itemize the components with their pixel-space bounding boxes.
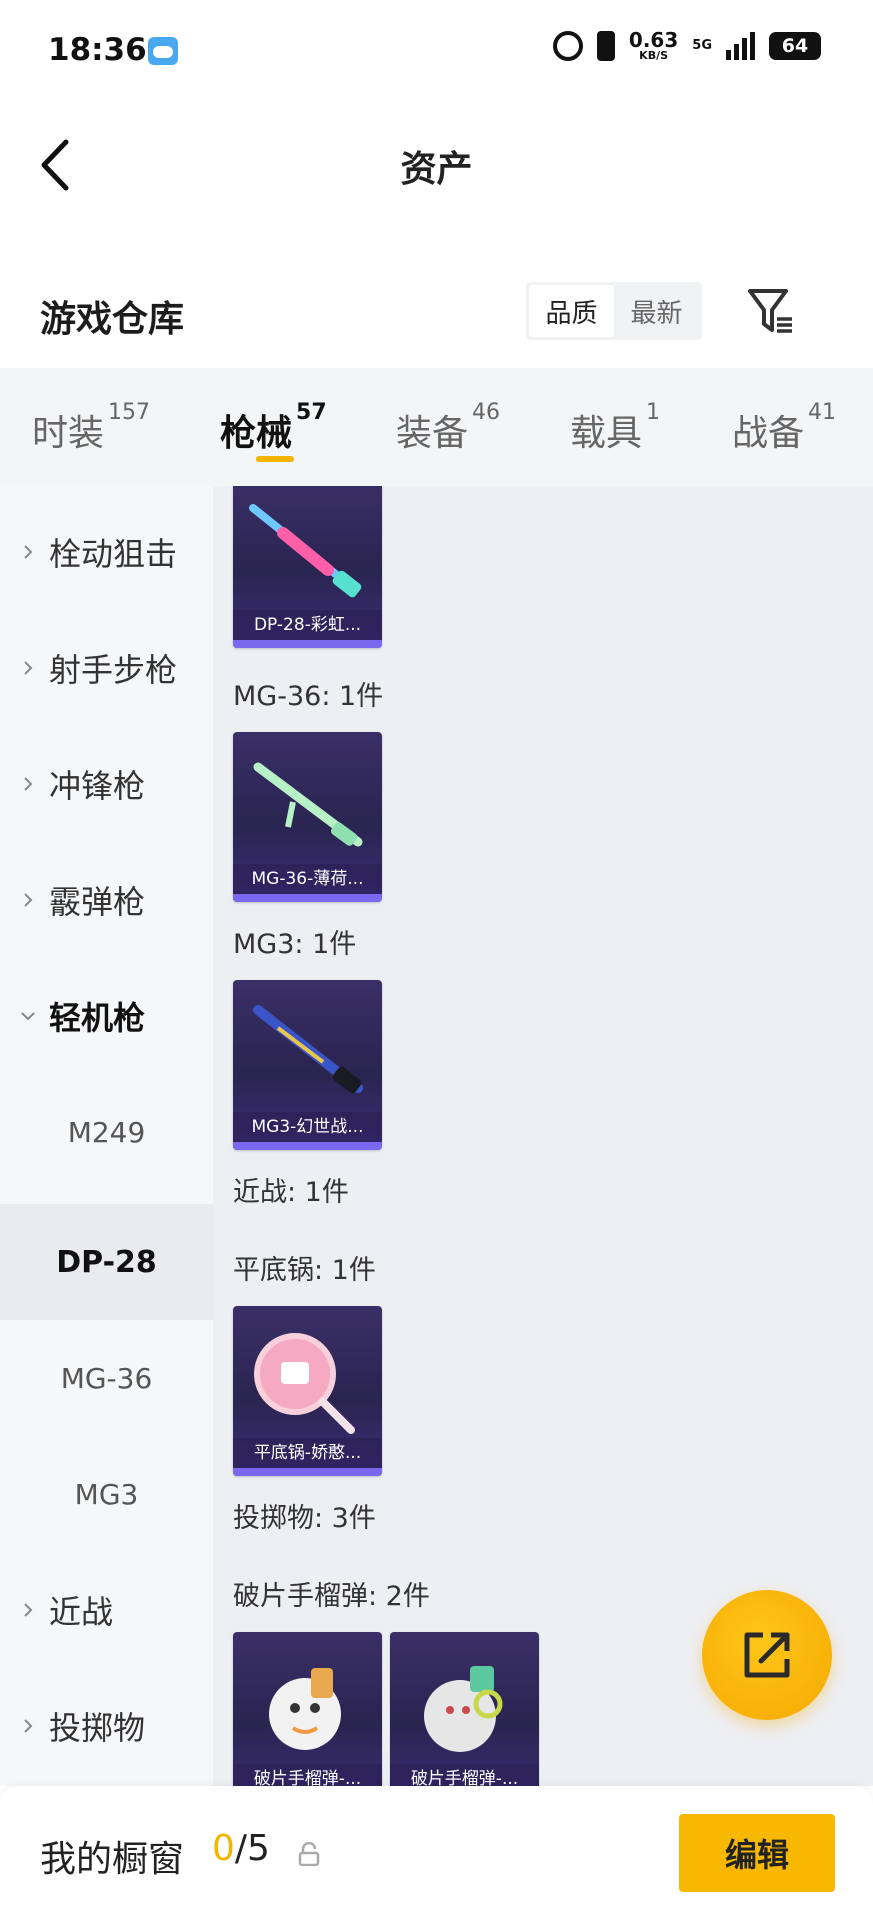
- rarity-bar: [233, 894, 382, 902]
- section-label-frag: 破片手榴弹: 2件: [233, 1581, 430, 1612]
- sidebar-sub-m249[interactable]: M249: [0, 1074, 213, 1190]
- item-card-mg3[interactable]: MG3-幻世战...: [233, 980, 382, 1150]
- vibrate-icon: [596, 30, 615, 61]
- sidebar-sub-dp28[interactable]: DP-28: [0, 1204, 213, 1320]
- sidebar-sub-mg36[interactable]: MG-36: [0, 1320, 213, 1436]
- header: 资产: [0, 104, 873, 224]
- grenade-image: [424, 1666, 503, 1752]
- section-label-throwables: 投掷物: 3件: [233, 1503, 376, 1534]
- grenade-image: [269, 1668, 341, 1750]
- chevron-right-icon: [24, 893, 33, 907]
- item-caption: MG-36-薄荷...: [233, 864, 382, 894]
- sort-latest[interactable]: 最新: [614, 285, 699, 337]
- page-title: 资产: [400, 149, 473, 190]
- network-type: 5G: [692, 38, 712, 53]
- sidebar-item-shotgun[interactable]: 霰弹枪: [0, 842, 213, 958]
- sidebar: 栓动狙击 射手步枪 冲锋枪 霰弹枪 轻机枪 M249 DP-28 MG-36 M…: [0, 486, 213, 1786]
- lock-icon: [298, 1842, 320, 1866]
- edit-button[interactable]: 编辑: [679, 1814, 835, 1892]
- chevron-right-icon: [24, 661, 33, 675]
- warehouse-row: 游戏仓库 品质 最新: [0, 270, 873, 360]
- filter-icon[interactable]: [746, 286, 796, 336]
- showcase-label: 我的橱窗: [40, 1839, 185, 1880]
- section-label-melee: 近战: 1件: [233, 1177, 349, 1208]
- active-tab-indicator: [256, 456, 294, 462]
- chevron-right-icon: [24, 1603, 33, 1617]
- status-bar: 18:36 0.63 KB/S 5G 64: [0, 0, 873, 104]
- showcase-count: 0/5: [212, 1828, 270, 1869]
- tab-supplies[interactable]: 战备41: [732, 400, 836, 456]
- sort-toggle: 品质 最新: [526, 282, 702, 340]
- bottom-bar: 我的橱窗 0/5 编辑: [0, 1786, 873, 1920]
- rarity-bar: [233, 1468, 382, 1476]
- network-speed: 0.63 KB/S: [628, 28, 679, 62]
- status-time: 18:36: [48, 32, 147, 68]
- item-card-frag-1[interactable]: 破片手榴弹-...: [233, 1632, 382, 1786]
- item-caption: MG3-幻世战...: [233, 1112, 382, 1142]
- rarity-bar: [233, 640, 382, 648]
- tab-vehicles[interactable]: 载具1: [570, 400, 660, 456]
- item-caption: DP-28-彩虹...: [233, 610, 382, 640]
- category-tabs: 时装157 枪械57 装备46 载具1 战备41: [0, 368, 873, 486]
- weather-icon: [148, 37, 178, 65]
- status-icons: 0.63 KB/S 5G 64: [552, 28, 821, 62]
- item-card-frag-2[interactable]: 破片手榴弹-...: [390, 1632, 539, 1786]
- tab-fashion[interactable]: 时装157: [32, 400, 150, 456]
- sort-quality[interactable]: 品质: [529, 285, 614, 337]
- chevron-right-icon: [24, 777, 33, 791]
- section-label-mg36: MG-36: 1件: [233, 681, 384, 712]
- section-label-mg3: MG3: 1件: [233, 929, 357, 960]
- rarity-bar: [233, 1142, 382, 1150]
- sidebar-sub-mg3[interactable]: MG3: [0, 1436, 213, 1552]
- chevron-down-icon: [21, 1012, 35, 1021]
- sidebar-item-lmg[interactable]: 轻机枪: [0, 958, 213, 1074]
- item-caption: 破片手榴弹-...: [233, 1764, 382, 1786]
- sidebar-item-bolt-sniper[interactable]: 栓动狙击: [0, 494, 213, 610]
- item-card-pan[interactable]: 平底锅-娇憨...: [233, 1306, 382, 1476]
- sidebar-item-smg[interactable]: 冲锋枪: [0, 726, 213, 842]
- warehouse-title: 游戏仓库: [40, 299, 185, 340]
- item-card-mg36[interactable]: MG-36-薄荷...: [233, 732, 382, 902]
- item-caption: 破片手榴弹-...: [390, 1764, 539, 1786]
- item-caption: 平底锅-娇憨...: [233, 1438, 382, 1468]
- tab-firearms[interactable]: 枪械57: [220, 400, 327, 456]
- alarm-icon: [552, 30, 583, 61]
- chevron-right-icon: [24, 1719, 33, 1733]
- tab-equipment[interactable]: 装备46: [396, 400, 500, 456]
- sidebar-item-marksman-rifle[interactable]: 射手步枪: [0, 610, 213, 726]
- item-card-dp28[interactable]: DP-28-彩虹...: [233, 486, 382, 648]
- share-button[interactable]: [702, 1590, 832, 1720]
- sidebar-item-melee[interactable]: 近战: [0, 1552, 213, 1668]
- chevron-right-icon: [24, 545, 33, 559]
- external-link-icon: [744, 1632, 790, 1678]
- battery-icon: 64: [769, 31, 821, 60]
- section-label-pan: 平底锅: 1件: [233, 1255, 376, 1286]
- signal-icon: [726, 31, 755, 60]
- sidebar-item-throwables[interactable]: 投掷物: [0, 1668, 213, 1784]
